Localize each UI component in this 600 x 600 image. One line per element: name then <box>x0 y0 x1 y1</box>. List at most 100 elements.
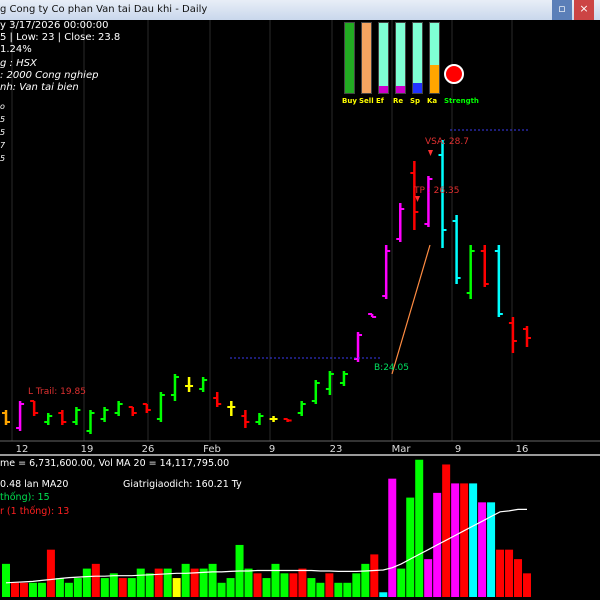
candle <box>72 407 81 425</box>
volume-up: thống): 15 <box>0 492 50 503</box>
side-label: 5 <box>0 115 6 124</box>
close-button[interactable]: × <box>574 0 594 20</box>
volume-bar <box>109 573 118 597</box>
indicator-fill <box>430 65 439 93</box>
candle <box>396 203 405 242</box>
volume-bar <box>280 573 289 597</box>
candle <box>128 406 137 416</box>
indicator-label: Ef <box>376 97 384 105</box>
candle <box>213 392 222 407</box>
volume-bar <box>82 568 91 597</box>
volume-bar <box>460 483 469 597</box>
candle <box>100 407 109 422</box>
volume-bar <box>145 573 154 597</box>
candle <box>382 245 391 299</box>
side-labels: o 5 5 7 5 <box>0 100 5 165</box>
volume-bar <box>91 563 100 597</box>
restore-button[interactable]: ▫ <box>552 0 572 20</box>
candle <box>325 371 334 395</box>
candle <box>311 380 320 404</box>
candle <box>466 245 475 299</box>
volume-bar <box>118 578 127 597</box>
indicator-fill <box>379 86 388 93</box>
exchange-line: g : HSX <box>0 58 37 69</box>
candle <box>86 410 95 434</box>
volume-bar <box>28 582 37 597</box>
volume-bar <box>397 568 406 597</box>
indicator-bar <box>429 22 440 94</box>
volume-bar <box>172 578 181 597</box>
candle <box>227 401 236 416</box>
volume-bar <box>181 563 190 597</box>
volume-bar <box>46 549 55 597</box>
volume-bar <box>316 582 325 597</box>
sector-line: nh: Van tai bien <box>0 82 79 93</box>
trail-annotation: L Trail: 19.85 <box>28 387 86 397</box>
candle <box>114 401 123 416</box>
volume-bar <box>307 578 316 597</box>
indicator-label: Buy <box>342 97 357 105</box>
tp-annotation: TP : 26.35 <box>414 186 460 196</box>
indicator-label: Sell <box>359 97 374 105</box>
indicator-fill <box>345 23 354 93</box>
volume-bar <box>262 578 271 597</box>
trend-line <box>391 244 431 375</box>
indicator-label: Sp <box>410 97 421 105</box>
volume-bar <box>19 582 28 597</box>
volume-bar <box>379 592 388 597</box>
candle <box>269 416 278 422</box>
volume-bar <box>415 459 424 597</box>
volume-bar <box>514 559 523 597</box>
volume-bar <box>253 573 262 597</box>
candle <box>30 400 39 416</box>
volume-bar <box>361 563 370 597</box>
volume-ratio: 0.48 lan MA20 <box>0 479 69 490</box>
candle <box>58 410 67 425</box>
volume-bar <box>343 582 352 597</box>
volume-bar <box>163 568 172 597</box>
volume-panel-divider <box>0 454 600 456</box>
volume-bar <box>523 573 531 597</box>
volume-bar <box>244 568 253 597</box>
ohlc-line: 5 | Low: 23 | Close: 23.8 <box>0 32 121 43</box>
indicator-label: Strength <box>444 97 479 105</box>
volume-down: r (1 thống): 13 <box>0 506 70 517</box>
candle <box>508 317 517 353</box>
candle <box>142 403 151 413</box>
candle <box>523 326 531 347</box>
volume-bar <box>424 559 433 597</box>
indicator-fill <box>396 86 405 93</box>
candle <box>170 374 179 401</box>
header-info: y 3/17/2026 00:00:00 5 | Low: 23 | Close… <box>0 20 120 56</box>
volume-bar <box>73 578 82 597</box>
volume-bar <box>352 573 361 597</box>
candle <box>185 377 194 392</box>
volume-bar <box>271 563 280 597</box>
volume-bar <box>496 549 505 597</box>
volume-bar <box>154 568 163 597</box>
volume-header: me = 6,731,600.00, Vol MA 20 = 14,117,79… <box>0 458 230 469</box>
candle <box>452 215 461 284</box>
volume-bar <box>451 483 460 597</box>
volume-bar <box>334 582 343 597</box>
volume-bar <box>325 573 334 597</box>
tp-arrow-icon <box>415 196 420 202</box>
volume-bar <box>208 563 217 597</box>
indicator-label: Re <box>393 97 404 105</box>
candle <box>16 401 25 431</box>
candle <box>2 410 10 425</box>
indicator-bar <box>395 22 406 94</box>
indicator-label: Ka <box>427 97 438 105</box>
candle <box>480 245 489 287</box>
volume-giatri: Giatrigiaodich: 160.21 Ty <box>123 479 242 490</box>
side-label: 5 <box>0 128 6 137</box>
indicator-fill <box>413 82 422 93</box>
candle <box>241 410 250 428</box>
volume-bar <box>37 582 46 597</box>
volume-bar <box>226 578 235 597</box>
vsa-arrow-icon <box>428 150 433 156</box>
bottom-annotation: B:24.05 <box>374 363 409 373</box>
candle <box>297 401 306 416</box>
volume-bar <box>55 578 64 597</box>
volume-bar <box>388 478 397 597</box>
